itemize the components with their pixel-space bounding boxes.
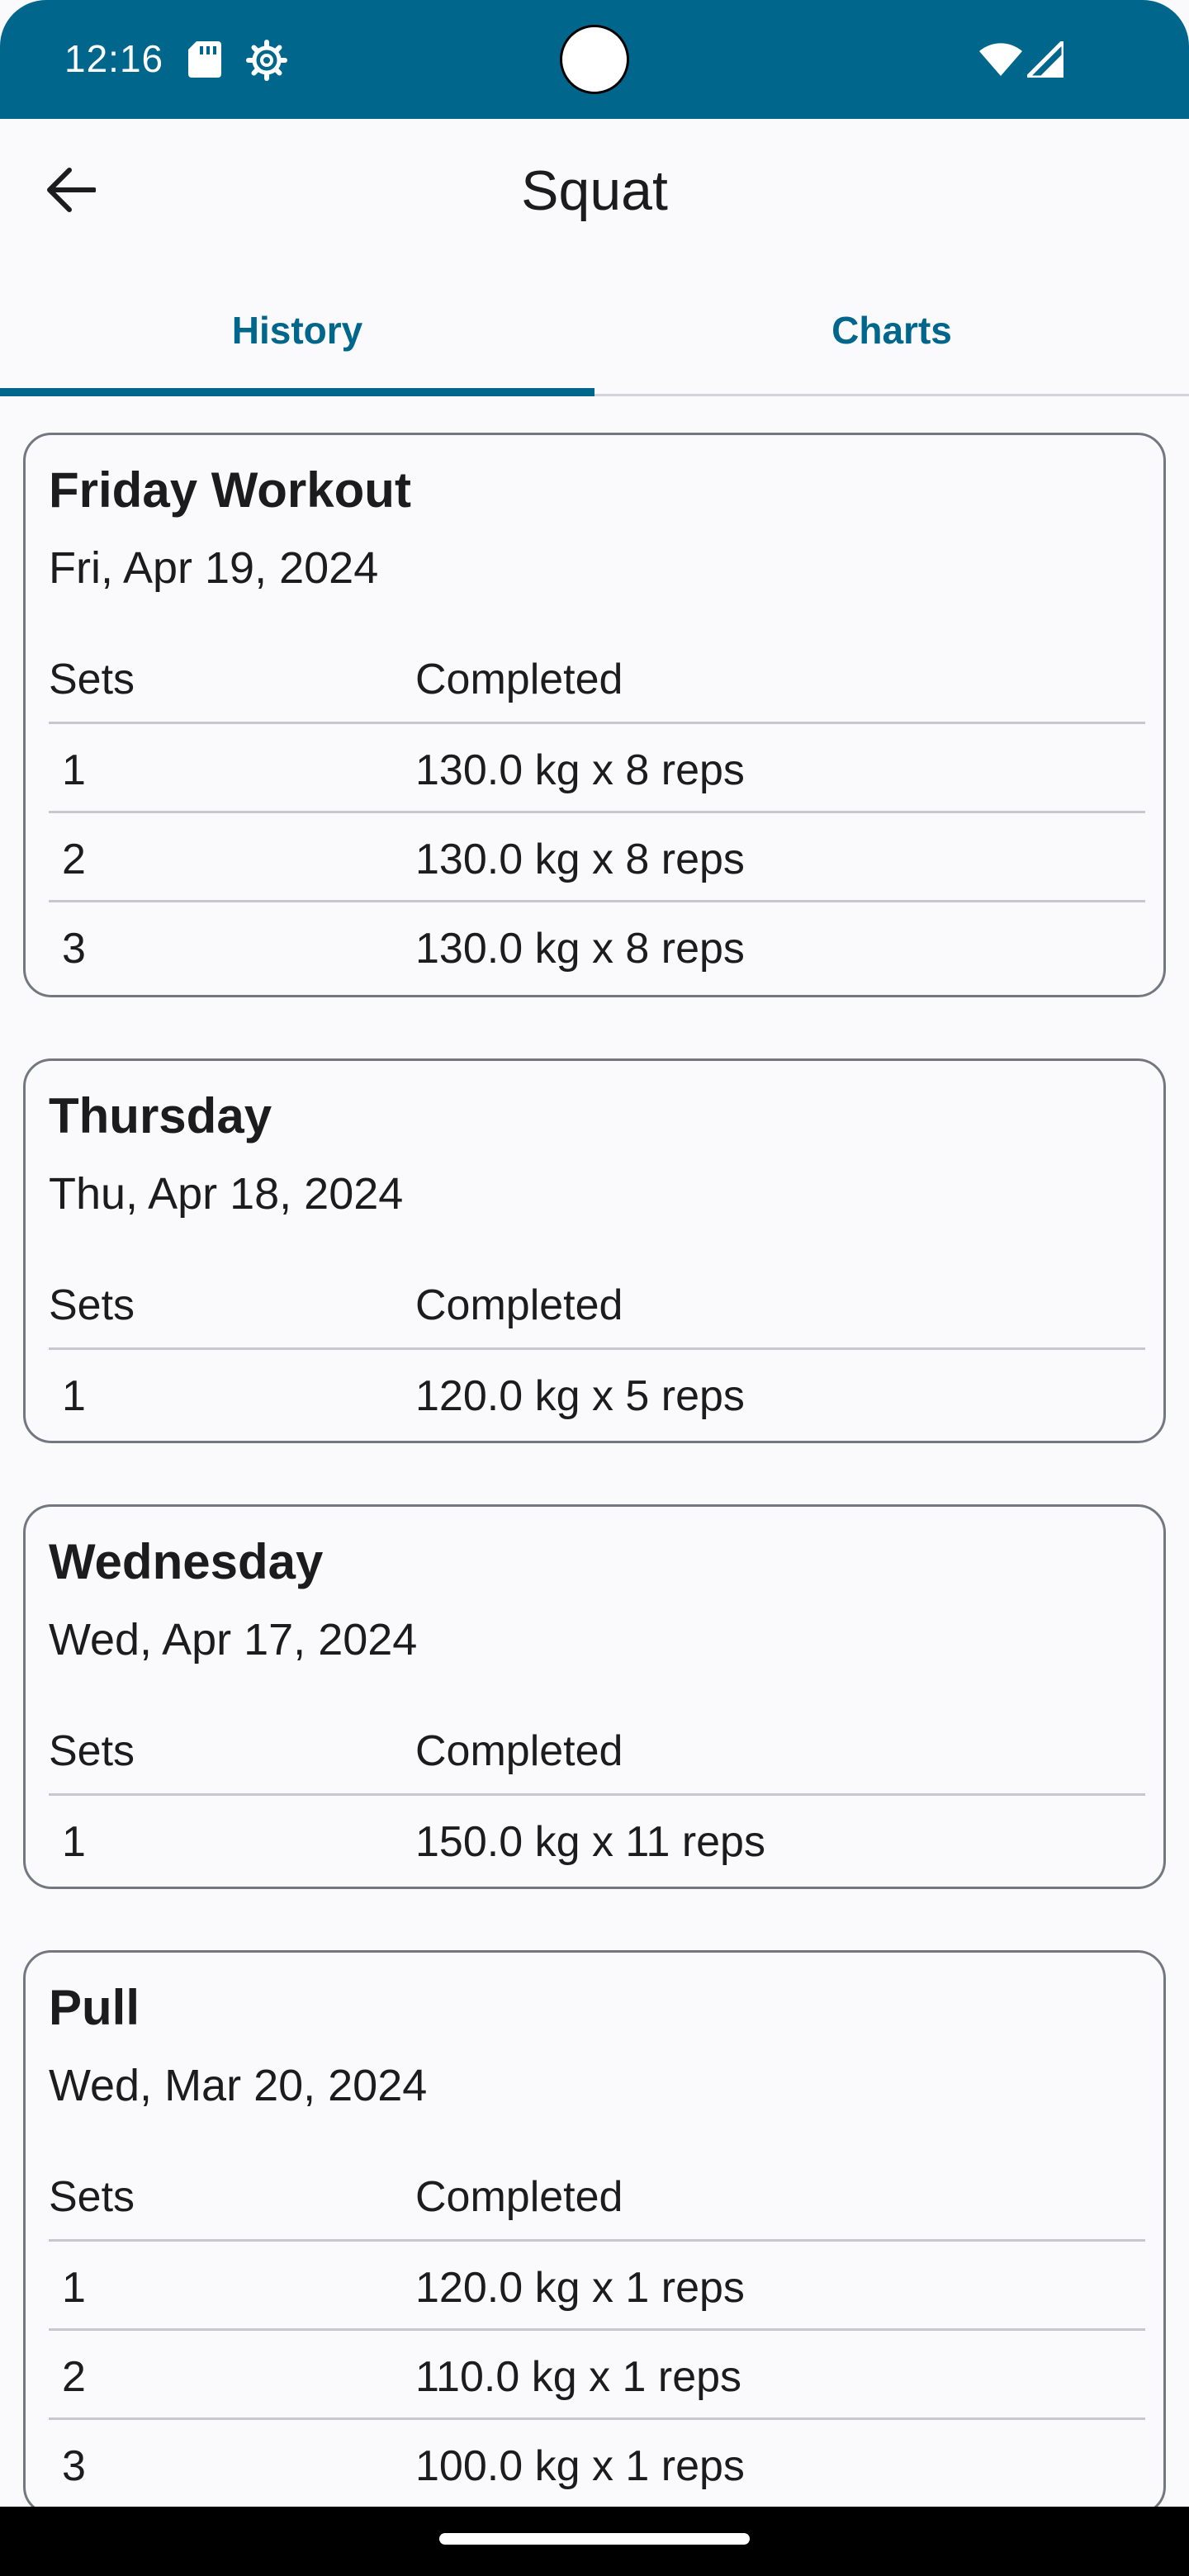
- set-number: 3: [62, 2442, 86, 2490]
- status-bar: 12:16: [0, 0, 1189, 119]
- set-number: 2: [62, 836, 86, 883]
- home-gesture-handle[interactable]: [439, 2533, 750, 2545]
- set-completed: 150.0 kg x 11 reps: [415, 1818, 765, 1866]
- status-time: 12:16: [64, 37, 164, 80]
- set-completed: 100.0 kg x 1 reps: [415, 2442, 745, 2490]
- sets-table-header: Sets Completed: [49, 1713, 1145, 1796]
- workout-date: Wed, Apr 17, 2024: [49, 1615, 418, 1664]
- sets-table-header: Sets Completed: [49, 2159, 1145, 2242]
- workout-date: Fri, Apr 19, 2024: [49, 543, 379, 593]
- set-number: 1: [62, 2264, 86, 2312]
- tab-charts[interactable]: Charts: [594, 264, 1189, 396]
- set-number: 2: [62, 2353, 86, 2401]
- sets-table: Sets Completed 1 130.0 kg x 8 reps 2 130…: [49, 642, 1145, 992]
- sd-card-icon: [188, 41, 221, 82]
- set-completed: 130.0 kg x 8 reps: [415, 925, 745, 973]
- workout-date: Wed, Mar 20, 2024: [49, 2061, 428, 2110]
- set-number: 3: [62, 925, 86, 973]
- completed-column-header: Completed: [415, 2173, 623, 2221]
- tab-indicator: [0, 388, 594, 396]
- workout-title: Friday Workout: [49, 462, 411, 518]
- set-completed: 130.0 kg x 8 reps: [415, 746, 745, 794]
- sets-column-header: Sets: [49, 656, 135, 703]
- set-row: 1 120.0 kg x 1 reps: [49, 2242, 1145, 2331]
- sets-table: Sets Completed 1 150.0 kg x 11 reps: [49, 1713, 1145, 1885]
- set-row: 3 100.0 kg x 1 reps: [49, 2420, 1145, 2509]
- completed-column-header: Completed: [415, 656, 623, 703]
- sets-column-header: Sets: [49, 1727, 135, 1775]
- workout-card[interactable]: Pull Wed, Mar 20, 2024 Sets Completed 1 …: [23, 1950, 1166, 2515]
- sets-column-header: Sets: [49, 1281, 135, 1329]
- set-number: 1: [62, 746, 86, 794]
- navigation-bar: [0, 2507, 1189, 2576]
- sets-column-header: Sets: [49, 2173, 135, 2221]
- set-completed: 130.0 kg x 8 reps: [415, 836, 745, 883]
- camera-cutout: [560, 25, 629, 94]
- set-row: 1 120.0 kg x 5 reps: [49, 1350, 1145, 1439]
- set-row: 1 130.0 kg x 8 reps: [49, 724, 1145, 813]
- signal-icon: [1025, 39, 1066, 82]
- workout-title: Thursday: [49, 1088, 272, 1144]
- tab-history[interactable]: History: [0, 264, 594, 396]
- completed-column-header: Completed: [415, 1727, 623, 1775]
- set-completed: 120.0 kg x 1 reps: [415, 2264, 745, 2312]
- page-title: Squat: [521, 159, 668, 222]
- workout-card[interactable]: Wednesday Wed, Apr 17, 2024 Sets Complet…: [23, 1504, 1166, 1889]
- set-number: 1: [62, 1372, 86, 1420]
- completed-column-header: Completed: [415, 1281, 623, 1329]
- set-completed: 120.0 kg x 5 reps: [415, 1372, 745, 1420]
- workout-title: Pull: [49, 1980, 140, 2035]
- set-completed: 110.0 kg x 1 reps: [415, 2353, 742, 2401]
- settings-gear-icon: [246, 40, 287, 85]
- set-row: 2 130.0 kg x 8 reps: [49, 813, 1145, 902]
- set-number: 1: [62, 1818, 86, 1866]
- workout-card[interactable]: Thursday Thu, Apr 18, 2024 Sets Complete…: [23, 1058, 1166, 1443]
- workout-card[interactable]: Friday Workout Fri, Apr 19, 2024 Sets Co…: [23, 433, 1166, 997]
- sets-table: Sets Completed 1 120.0 kg x 1 reps 2 110…: [49, 2159, 1145, 2509]
- set-row: 2 110.0 kg x 1 reps: [49, 2331, 1145, 2420]
- workout-title: Wednesday: [49, 1534, 324, 1589]
- workout-date: Thu, Apr 18, 2024: [49, 1169, 404, 1219]
- set-row: 1 150.0 kg x 11 reps: [49, 1796, 1145, 1885]
- app-bar: Squat: [0, 119, 1189, 259]
- set-row: 3 130.0 kg x 8 reps: [49, 902, 1145, 992]
- sets-table-header: Sets Completed: [49, 1267, 1145, 1350]
- sets-table: Sets Completed 1 120.0 kg x 5 reps: [49, 1267, 1145, 1439]
- tab-bar: History Charts: [0, 264, 1189, 396]
- sets-table-header: Sets Completed: [49, 642, 1145, 724]
- wifi-icon: [979, 43, 1022, 80]
